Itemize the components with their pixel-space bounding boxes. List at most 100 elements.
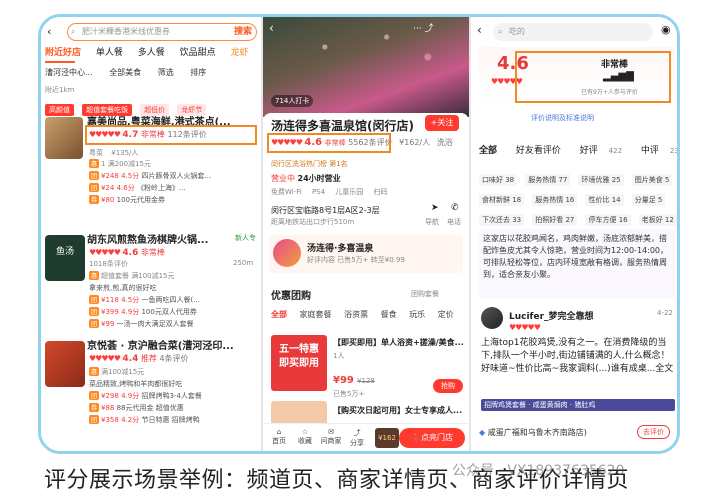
- tab-multi[interactable]: 多人餐: [138, 48, 165, 58]
- review-tag[interactable]: 食材新鲜 18: [479, 194, 525, 206]
- review-tag-row: 下次还去 33 拍照好看 27 停车方便 16 老板好 12: [479, 207, 677, 226]
- deal-badge: 团: [89, 183, 100, 192]
- back-icon[interactable]: ‹: [47, 25, 51, 38]
- section-link[interactable]: 团购套餐: [411, 289, 439, 299]
- shop-rating-label: 非常棒: [140, 248, 165, 257]
- tab-price[interactable]: 定价: [438, 310, 454, 319]
- light-store-button[interactable]: 📍点亮门店: [399, 428, 465, 448]
- tab-meal[interactable]: 餐食: [381, 310, 397, 319]
- shop-promo-text: 超值套餐 满100减15元: [101, 272, 175, 280]
- shop-rating-label: 推荐: [140, 354, 157, 363]
- phone-label[interactable]: 电话: [447, 217, 461, 227]
- review-dish-tags[interactable]: 招牌鸡煲套餐 · 咸蛋黄焗肉 · 猪肚鸡: [481, 399, 675, 411]
- reviewer-name[interactable]: Lucifer_梦完全靠想: [509, 309, 594, 322]
- deal-desc: 四片豚骨双人火锅套...: [141, 172, 212, 180]
- deal-desc: 88元代用金 超值优惠: [116, 404, 184, 412]
- tab-nearby[interactable]: 附近好店: [45, 48, 81, 58]
- deal-item[interactable]: 团 ¥358 4.2分 节日特惠 招牌烤鸭: [89, 415, 200, 425]
- deal-subtitle: 1人: [333, 352, 345, 360]
- tab-all-reviews[interactable]: 全部: [479, 146, 505, 156]
- deal-item[interactable]: 券 ¥80 100元代用金券: [89, 195, 165, 205]
- search-input[interactable]: ⌕ 肥汁米粿香港米线优惠券 搜索: [67, 23, 257, 41]
- review-tag[interactable]: 停车方便 16: [585, 214, 631, 226]
- tab-all[interactable]: 全部: [271, 310, 287, 319]
- shop-name[interactable]: 胡东风煎熬鱼汤棋牌火锅...: [87, 231, 208, 246]
- review-tag[interactable]: 性价比 14: [585, 194, 624, 206]
- review-detail-page: ‹ ⌕ 吃的 ◉ 4.6 ♥♥♥♥♥ 非常棒 ▂▄▆▇ 已有9万+人参与评价 评…: [471, 17, 677, 451]
- deal-item[interactable]: 团 ¥118 4.5分 一鱼两吃四人餐(...: [89, 295, 200, 305]
- share-button[interactable]: ⤴ 分享: [345, 428, 369, 448]
- shop-name[interactable]: 京悦荟 · 京沪融合菜(漕河泾印...: [87, 337, 234, 352]
- filter-cuisine[interactable]: 全部美食: [109, 68, 141, 77]
- deal-desc: 一鱼两吃四人餐(...: [141, 296, 200, 304]
- shop-address[interactable]: 闵行区宝临路8号1层A区2-3层: [271, 205, 380, 216]
- review-tag[interactable]: 老板好 12: [638, 214, 677, 226]
- deal-desc: 100元代用金券: [116, 196, 165, 204]
- follow-button[interactable]: +关注: [425, 115, 459, 131]
- tab-single[interactable]: 单人餐: [96, 48, 123, 58]
- shop-price: ¥162/人: [399, 138, 431, 147]
- review-search-input[interactable]: ⌕ 吃的: [493, 23, 653, 41]
- search-icon: ⌕: [71, 27, 76, 36]
- shop-cuisine: 粤菜: [89, 149, 103, 157]
- deal-item[interactable]: 团 ¥99 一汤一肉大满足双人套餐: [89, 319, 194, 329]
- tab-bath[interactable]: 浴资票: [344, 310, 368, 319]
- rating-notice[interactable]: 评价说明及标准说明: [531, 113, 594, 123]
- review-tag[interactable]: 服务热情 16: [532, 194, 578, 206]
- rank-badge[interactable]: 闵行区洗浴热门榜 第1名: [271, 159, 348, 169]
- tab-drinks[interactable]: 饮品甜点: [180, 48, 216, 58]
- deal-item[interactable]: 券 ¥88 88元代用金 超值优惠: [89, 403, 184, 413]
- deal-badge: 团: [89, 295, 100, 304]
- camera-icon[interactable]: ◉: [661, 23, 671, 36]
- chip-good-look[interactable]: 高颜值: [45, 104, 74, 116]
- tab-lobster[interactable]: 龙虾: [231, 48, 249, 58]
- deal-desc: 一汤一肉大满足双人套餐: [116, 320, 194, 328]
- filter-screen[interactable]: 筛选: [158, 68, 174, 77]
- highlight-box: [267, 133, 391, 153]
- bottom-price[interactable]: ¥162: [375, 428, 399, 448]
- review-tag[interactable]: 下次还去 33: [479, 214, 525, 226]
- deal-name[interactable]: 【购买次日起可用】女士专享成人...: [333, 405, 462, 416]
- favorite-button[interactable]: ☆ 收藏: [293, 428, 317, 446]
- shop-thumbnail[interactable]: [45, 117, 83, 159]
- navigate-icon[interactable]: ➤: [431, 203, 439, 213]
- deal-item[interactable]: 团 ¥298 4.9分 招牌烤鸭3-4人套餐: [89, 391, 202, 401]
- review-tag[interactable]: 拍照好看 27: [532, 214, 578, 226]
- review-tag[interactable]: 口味好 38: [479, 174, 518, 186]
- review-tag[interactable]: 环境优雅 25: [578, 174, 624, 186]
- home-button[interactable]: ⌂ 首页: [267, 428, 291, 446]
- tab-fun[interactable]: 玩乐: [409, 310, 425, 319]
- phone-icon[interactable]: ✆: [451, 203, 459, 213]
- shop-thumbnail[interactable]: [45, 341, 85, 387]
- new-user-badge: 新人专: [235, 234, 256, 242]
- shop-rating-row: ♥♥♥♥♥ 4.4 推荐 4条评价: [89, 353, 189, 364]
- reviewer-avatar[interactable]: [481, 307, 503, 329]
- search-button[interactable]: 搜索: [234, 25, 252, 40]
- filter-location[interactable]: 漕河泾中心...: [45, 68, 93, 77]
- shop-thumbnail[interactable]: 鱼汤: [45, 235, 85, 281]
- back-icon[interactable]: ‹: [477, 23, 482, 37]
- deal-score: 4.5分: [121, 296, 140, 304]
- back-icon[interactable]: ‹: [269, 21, 274, 35]
- tab-family[interactable]: 家庭套餐: [300, 310, 332, 319]
- review-tag[interactable]: 图片美食 5: [631, 174, 673, 186]
- tab-friend-reviews[interactable]: 好友看评价: [516, 146, 569, 156]
- filter-sort[interactable]: 排序: [190, 68, 206, 77]
- deal-score: 4.9分: [121, 308, 140, 316]
- more-icon[interactable]: ··· ⤴: [413, 21, 433, 34]
- review-tag[interactable]: 分量足 5: [631, 194, 666, 206]
- deal-item[interactable]: 团 ¥24 4.6分 《粉岭上海》...: [89, 183, 186, 193]
- deal-desc: 《粉岭上海》...: [137, 184, 186, 192]
- deal-name[interactable]: 【即买即用】单人浴资+搓澡/美食...: [333, 337, 464, 348]
- review-tag[interactable]: 服务热情 77: [525, 174, 571, 186]
- navigate-label[interactable]: 导航: [425, 217, 439, 227]
- tab-positive[interactable]: 好评 422: [580, 146, 630, 156]
- deal-item[interactable]: 团 ¥248 4.5分 四片豚骨双人火锅套...: [89, 171, 211, 181]
- tab-neutral[interactable]: 中评 23: [641, 146, 677, 156]
- grab-button[interactable]: 抢购: [433, 379, 463, 393]
- deal-image[interactable]: 五一特惠 即买即用: [271, 335, 327, 391]
- deal-item[interactable]: 团 ¥399 4.9分 100元双人代用券: [89, 307, 197, 317]
- ask-button[interactable]: ✉ 问商家: [319, 428, 343, 446]
- distance-filter[interactable]: 附近1km: [45, 85, 74, 95]
- write-review-button[interactable]: 去评价: [637, 425, 670, 439]
